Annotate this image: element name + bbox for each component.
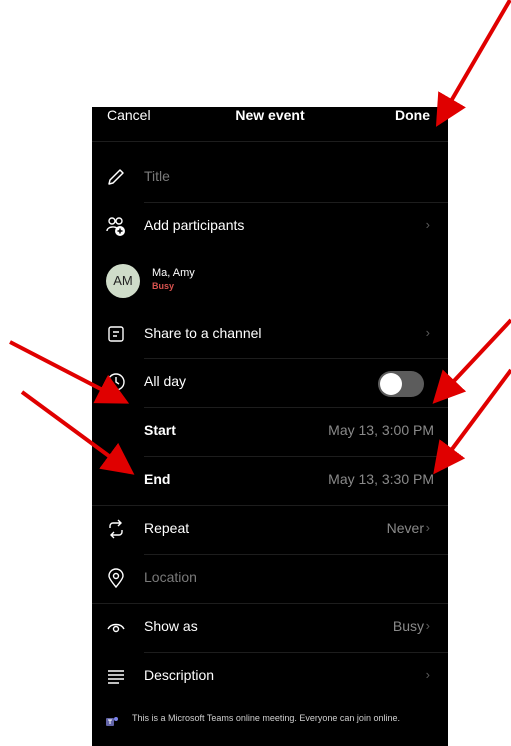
arrow-to-start-label	[9, 340, 130, 404]
arrow-to-done	[435, 0, 511, 127]
arrow-to-end-label	[20, 390, 135, 475]
annotation-arrows	[9, 0, 511, 475]
